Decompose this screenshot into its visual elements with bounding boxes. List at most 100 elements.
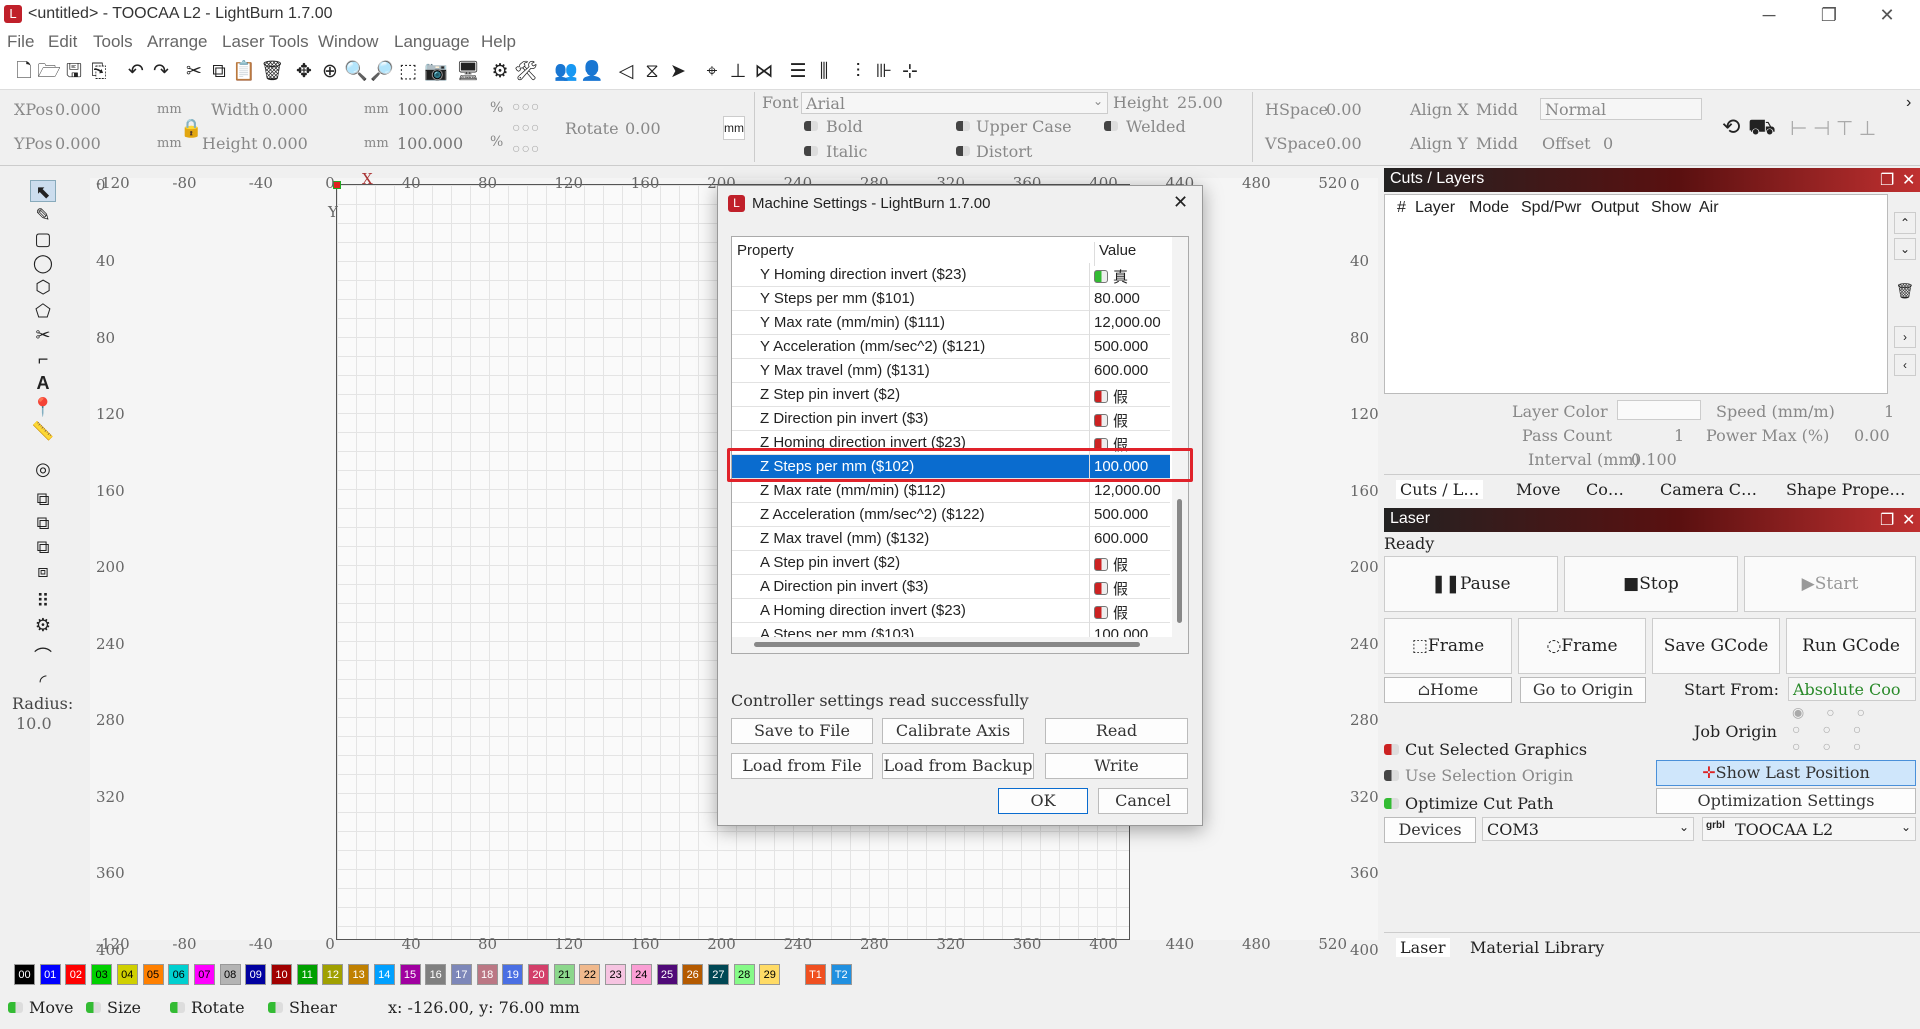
color-swatch[interactable]: 08 <box>219 964 241 985</box>
devices-button[interactable]: Devices <box>1384 817 1476 843</box>
table-row[interactable]: Z Direction pin invert ($3) 假 <box>732 407 1170 431</box>
speed-field[interactable]: 1 <box>1884 402 1894 421</box>
property-value[interactable]: 真 <box>1089 263 1170 287</box>
table-row[interactable]: Z Acceleration (mm/sec^2) ($122) 500.000 <box>732 503 1170 527</box>
go-to-origin-button[interactable]: Go to Origin <box>1520 677 1646 703</box>
font-height-field[interactable]: 25.00 <box>1177 93 1223 112</box>
corner-tool-icon[interactable]: ⌒ <box>30 646 56 668</box>
round-corner-icon[interactable]: ◜ <box>30 670 56 692</box>
property-value[interactable]: 假 <box>1089 575 1170 599</box>
float-panel-icon[interactable]: ❐ <box>1880 170 1894 190</box>
table-row[interactable]: Y Max rate (mm/min) ($111) 12,000.00 <box>732 311 1170 335</box>
property-value[interactable]: 600.000 <box>1089 527 1170 551</box>
tab-cuts-layers[interactable]: Cuts / L… <box>1396 480 1484 499</box>
read-button[interactable]: Read <box>1045 718 1188 744</box>
machine-select[interactable]: grbl TOOCAA L2 ⌄ <box>1702 817 1916 841</box>
frame-icon[interactable]: ⌐ <box>30 348 56 370</box>
property-value[interactable]: 500.000 <box>1089 335 1170 359</box>
hscroll-thumb[interactable] <box>754 642 1140 647</box>
cancel-button[interactable]: Cancel <box>1098 788 1188 814</box>
cut-selected-toggle[interactable]: Cut Selected Graphics <box>1384 740 1587 760</box>
offset-icon[interactable]: ◎ <box>30 458 56 480</box>
grid-array-icon[interactable]: ⠿ <box>30 590 56 612</box>
export-icon[interactable]: ⎘ <box>87 60 111 84</box>
edit-nodes-icon[interactable]: ✎ <box>30 204 56 226</box>
measure-icon[interactable]: 📏 <box>30 420 56 442</box>
color-swatch[interactable]: 15 <box>399 964 421 985</box>
mirror-h-icon[interactable]: ◁ <box>614 60 638 84</box>
group-icon[interactable]: 👥 <box>554 60 578 84</box>
frame-rect-button[interactable]: ⬚Frame <box>1384 618 1512 674</box>
machine-settings-icon[interactable]: 🛠 <box>514 60 538 84</box>
menu-arrange[interactable]: Arrange <box>147 32 207 52</box>
target-icon[interactable]: ⌖ <box>700 60 724 84</box>
italic-toggle-icon[interactable] <box>804 146 818 156</box>
aligny-select[interactable]: Midd <box>1476 134 1518 153</box>
color-swatch[interactable]: 23 <box>605 964 627 985</box>
menu-laser-tools[interactable]: Laser Tools <box>222 32 309 52</box>
load-from-backup-button[interactable]: Load from Backup <box>882 753 1034 779</box>
property-value[interactable]: 假 <box>1089 599 1170 623</box>
color-swatch[interactable]: 25 <box>656 964 678 985</box>
table-row[interactable]: A Step pin invert ($2) 假 <box>732 551 1170 575</box>
pass-count-field[interactable]: 1 <box>1674 426 1684 445</box>
table-row[interactable]: Z Max travel (mm) ($132) 600.000 <box>732 527 1170 551</box>
property-value[interactable]: 80.000 <box>1089 287 1170 311</box>
layer-down-icon[interactable]: ⌄ <box>1894 238 1916 260</box>
rotate-toggle[interactable]: Rotate <box>170 998 245 1018</box>
run-gcode-button[interactable]: Run GCode <box>1786 618 1916 674</box>
layer-up-icon[interactable]: ⌃ <box>1894 212 1916 234</box>
property-value[interactable]: 假 <box>1089 407 1170 431</box>
height-field[interactable]: 0.000 <box>262 134 308 153</box>
color-swatch[interactable]: 12 <box>322 964 344 985</box>
user-icon[interactable]: 👤 <box>580 60 604 84</box>
circular-array-icon[interactable]: ⚙ <box>30 614 56 636</box>
menu-window[interactable]: Window <box>318 32 378 52</box>
copy-icon[interactable]: ⧉ <box>207 60 231 84</box>
save-icon[interactable]: 🖫 <box>62 60 86 84</box>
monitor-icon[interactable]: 🖥 <box>456 60 480 84</box>
color-swatch[interactable]: 22 <box>579 964 601 985</box>
send-icon[interactable]: ➤ <box>666 60 690 84</box>
open-file-icon[interactable]: 🗁 <box>37 60 61 84</box>
dist-v-icon[interactable]: ⊪ <box>872 60 896 84</box>
color-swatch[interactable]: T2 <box>830 964 852 985</box>
start-from-select[interactable]: Absolute Coo <box>1788 677 1916 701</box>
optimization-settings-button[interactable]: Optimization Settings <box>1656 788 1916 814</box>
zoom-frame-icon[interactable]: ⬚ <box>396 60 420 84</box>
job-origin-grid[interactable]: ◉○○ ○○○ ○○○ <box>1792 704 1912 758</box>
color-swatch[interactable]: 24 <box>630 964 652 985</box>
menu-tools[interactable]: Tools <box>93 32 133 52</box>
union-icon[interactable]: ⧉ <box>30 512 56 534</box>
table-row[interactable]: Z Step pin invert ($2) 假 <box>732 383 1170 407</box>
property-value[interactable]: 12,000.00 <box>1089 479 1170 503</box>
save-to-file-button[interactable]: Save to File <box>731 718 873 744</box>
property-value[interactable]: 600.000 <box>1089 359 1170 383</box>
position-icon[interactable]: 📍 <box>30 396 56 418</box>
stop-button[interactable]: ■Stop <box>1564 556 1738 612</box>
redo-icon[interactable]: ↷ <box>149 60 173 84</box>
paste-icon[interactable]: 📋 <box>232 60 256 84</box>
width-field[interactable]: 0.000 <box>262 100 308 119</box>
text-mode-select[interactable]: Normal <box>1540 98 1702 120</box>
dist-h-icon[interactable]: ⫶ <box>846 60 870 84</box>
zoom-fit-icon[interactable]: ⊕ <box>318 60 342 84</box>
subtract-icon[interactable]: ⧉ <box>30 536 56 558</box>
maximize-icon[interactable]: ❐ <box>1806 2 1852 28</box>
tab-move[interactable]: Move <box>1516 480 1561 499</box>
color-swatch[interactable]: 11 <box>296 964 318 985</box>
calibrate-axis-button[interactable]: Calibrate Axis <box>882 718 1024 744</box>
size-toggle[interactable]: Size <box>86 998 141 1018</box>
scrollbar-thumb[interactable] <box>1177 499 1182 623</box>
color-swatch[interactable]: 07 <box>193 964 215 985</box>
write-button[interactable]: Write <box>1045 753 1188 779</box>
polygon-icon[interactable]: ⬡ <box>30 276 56 298</box>
pen-icon[interactable]: ⬠ <box>30 300 56 322</box>
distribute-icon[interactable]: ⋈ <box>752 60 776 84</box>
undo-icon[interactable]: ↶ <box>124 60 148 84</box>
property-value[interactable]: 12,000.00 <box>1089 311 1170 335</box>
units-toggle-button[interactable]: mm <box>723 116 745 140</box>
camera-icon[interactable]: 📷 <box>424 60 448 84</box>
col-property-header[interactable]: Property <box>737 242 794 259</box>
color-swatch[interactable]: 00 <box>14 964 35 985</box>
